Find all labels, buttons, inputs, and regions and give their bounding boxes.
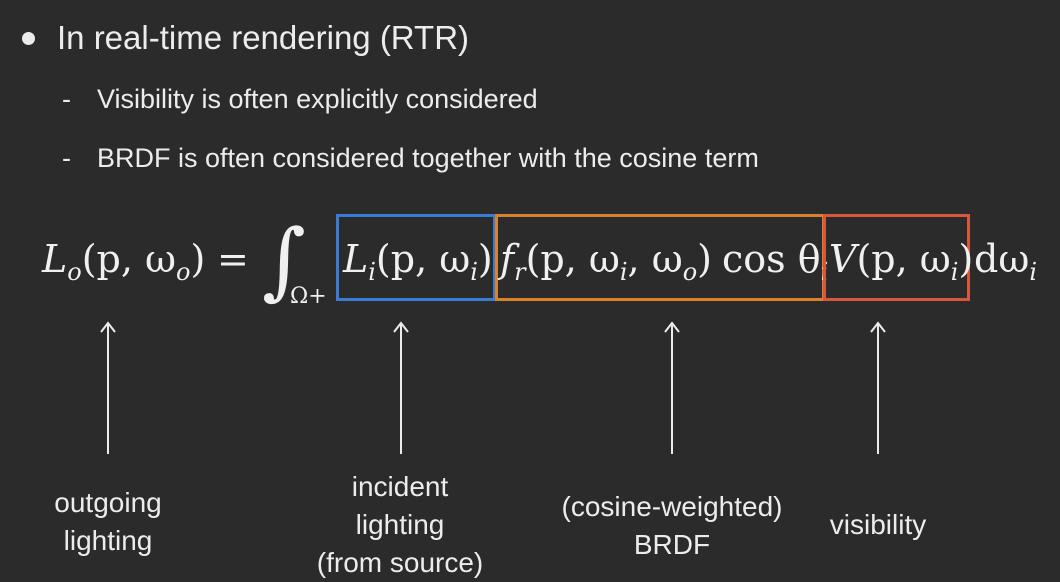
bullet-heading: In real-time rendering (RTR) [57, 19, 470, 56]
caption-outgoing-lighting: outgoing lighting [38, 484, 178, 560]
subbullet-text: BRDF is often considered together with t… [97, 143, 759, 173]
caption-incident-lighting: incident lighting (from source) [300, 468, 500, 582]
fr-args-subscript-2: o [682, 258, 698, 286]
bullet-dot-icon [22, 32, 35, 45]
slide: In real-time rendering (RTR) - Visibilit… [0, 0, 1060, 579]
caption-line: BRDF [633, 529, 711, 560]
caption-line: visibility [829, 509, 927, 540]
lhs-symbol: L [42, 237, 68, 281]
fr-close: ) [697, 237, 712, 281]
caption-visibility: visibility [808, 506, 948, 544]
fr-args-subscript-1: i [619, 258, 628, 286]
li-args-subscript: i [470, 258, 478, 286]
fr-args: (p, ω [525, 237, 620, 281]
arrow-up-icon [393, 321, 409, 454]
caption-line: (cosine-weighted) [561, 491, 783, 522]
incident-radiance-term: Li(p, ωi) [343, 236, 493, 295]
outgoing-radiance-term: Lo(p, ωo) [42, 236, 205, 295]
lhs-args-subscript: o [175, 258, 191, 286]
lhs-close: ) [190, 237, 206, 281]
arrow-up-icon [664, 321, 680, 454]
visibility-term: V(p, ωi) [829, 236, 973, 295]
arrow-up-icon [870, 321, 886, 454]
caption-line: lighting [355, 509, 445, 540]
cosine-term: cos θi [722, 236, 828, 295]
fr-symbol: f [500, 237, 515, 281]
dw-symbol: dω [974, 237, 1030, 281]
arrow-up-icon [100, 321, 116, 454]
brdf-term: fr(p, ωi, ωo) [500, 236, 712, 295]
dash-icon: - [62, 84, 71, 114]
v-args: (p, ω [856, 237, 951, 281]
equals-sign: = [217, 237, 249, 281]
dash-icon: - [62, 143, 71, 173]
li-args: (p, ω [375, 237, 471, 281]
caption-line: lighting [63, 525, 153, 556]
lhs-args: (p, ω [81, 237, 176, 281]
integral-domain: Ω+ [290, 284, 327, 309]
fr-subscript: r [514, 258, 526, 286]
caption-line: outgoing [54, 487, 162, 518]
lhs-subscript: o [67, 258, 82, 286]
v-close: ) [958, 237, 974, 281]
cos-symbol: cos θ [722, 237, 821, 281]
caption-line: incident [351, 471, 449, 502]
dw-subscript: i [1029, 258, 1037, 286]
caption-cosine-weighted-brdf: (cosine-weighted) BRDF [542, 488, 802, 564]
subbullet-text: Visibility is often explicitly considere… [97, 84, 538, 114]
li-close: ) [477, 237, 493, 281]
li-symbol: L [343, 237, 369, 281]
v-symbol: V [829, 237, 857, 281]
caption-line: (from source) [316, 547, 484, 578]
fr-args-mid: , ω [627, 237, 683, 281]
rendering-equation: Lo(p, ωo) = ∫ Ω+ Li(p, ωi) fr(p, ωi, ωo)… [0, 200, 1060, 315]
li-subscript: i [368, 258, 376, 286]
differential-term: dωi [974, 236, 1037, 295]
